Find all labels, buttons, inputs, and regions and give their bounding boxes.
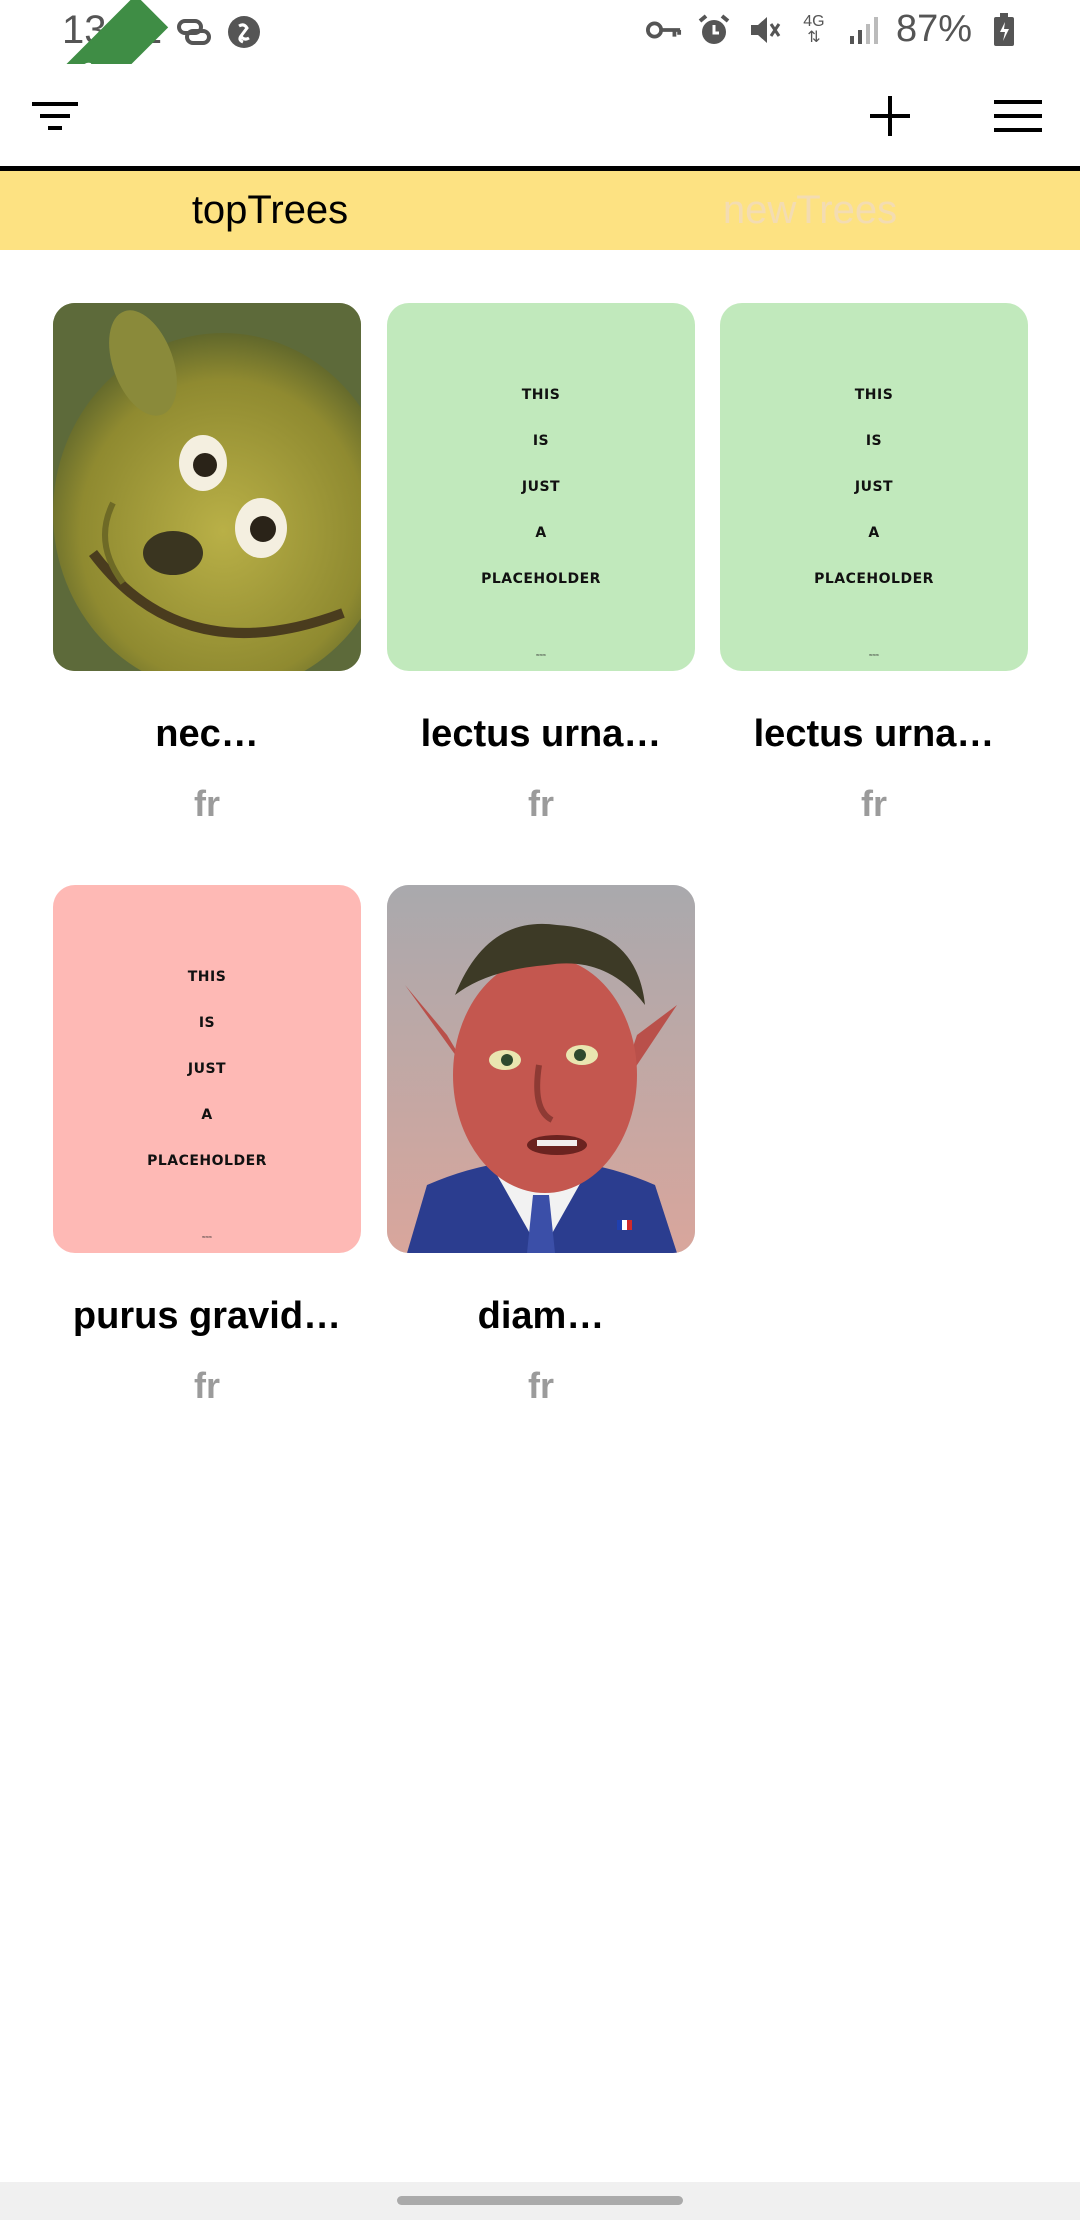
- menu-button[interactable]: [988, 88, 1048, 144]
- placeholder-line: A: [868, 525, 880, 541]
- placeholder-line: JUST: [187, 1061, 227, 1077]
- network-4g-icon: 4G ⇅: [796, 12, 832, 48]
- placeholder-fineprint: ≈≈≈: [869, 653, 879, 659]
- battery-icon: [986, 12, 1022, 48]
- status-left-icons: [176, 14, 262, 50]
- filter-icon: [32, 102, 78, 130]
- placeholder-line: JUST: [521, 479, 561, 495]
- tree-title: lectus urna…: [420, 713, 662, 755]
- home-indicator[interactable]: [397, 2196, 683, 2205]
- network-label: 4G: [803, 12, 825, 30]
- vpn-key-icon: [645, 12, 682, 48]
- app-bar: [0, 64, 1080, 171]
- tree-thumbnail-placeholder: THIS IS JUST A PLACEHOLDER ≈≈≈: [387, 303, 695, 671]
- tab-top-trees[interactable]: topTrees: [0, 171, 540, 250]
- tab-new-trees[interactable]: newTrees: [540, 171, 1080, 250]
- tree-card[interactable]: diam… fr: [387, 885, 695, 1407]
- tree-thumbnail: [53, 303, 361, 671]
- tree-language: fr: [528, 783, 554, 824]
- add-button[interactable]: [862, 88, 918, 144]
- placeholder-fineprint: ≈≈≈: [536, 653, 546, 659]
- placeholder-line: JUST: [854, 479, 894, 495]
- tree-title: nec…: [155, 713, 259, 755]
- caricature-portrait-image: [387, 885, 695, 1253]
- tree-language: fr: [194, 783, 220, 824]
- tree-language: fr: [861, 783, 887, 824]
- battery-percent: 87%: [895, 8, 972, 50]
- tree-card[interactable]: nec… fr: [53, 303, 361, 825]
- tree-thumbnail: [387, 885, 695, 1253]
- status-right: 4G ⇅ 87%: [645, 8, 1022, 51]
- placeholder-line: THIS: [187, 969, 227, 985]
- shrek-face-image: [53, 303, 361, 671]
- alarm-icon: [696, 12, 732, 48]
- plus-icon: [870, 96, 910, 136]
- placeholder-line: PLACEHOLDER: [147, 1153, 267, 1169]
- tree-card[interactable]: THIS IS JUST A PLACEHOLDER ≈≈≈ lectus ur…: [720, 303, 1028, 825]
- placeholder-line: PLACEHOLDER: [481, 571, 601, 587]
- placeholder-line: A: [535, 525, 547, 541]
- placeholder-line: A: [201, 1107, 213, 1123]
- mute-icon: [746, 12, 782, 48]
- shazam-icon: [226, 14, 262, 50]
- placeholder-line: THIS: [854, 387, 894, 403]
- placeholder-line: IS: [865, 433, 883, 449]
- tree-language: fr: [528, 1365, 554, 1406]
- signal-icon: [846, 12, 882, 48]
- link-icon: [176, 14, 212, 50]
- placeholder-line: IS: [532, 433, 550, 449]
- tree-title: purus gravid…: [72, 1295, 342, 1337]
- placeholder-line: IS: [198, 1015, 216, 1031]
- tree-title: lectus urna…: [753, 713, 995, 755]
- tree-card[interactable]: THIS IS JUST A PLACEHOLDER ≈≈≈ purus gra…: [53, 885, 361, 1407]
- tree-title: diam…: [477, 1295, 605, 1337]
- placeholder-line: THIS: [521, 387, 561, 403]
- placeholder-fineprint: ≈≈≈: [202, 1235, 212, 1241]
- placeholder-line: PLACEHOLDER: [814, 571, 934, 587]
- tree-card[interactable]: THIS IS JUST A PLACEHOLDER ≈≈≈ lectus ur…: [387, 303, 695, 825]
- tab-bar: topTrees newTrees: [0, 171, 1080, 250]
- data-arrows: ⇅: [807, 28, 821, 46]
- hamburger-menu-icon: [994, 100, 1042, 132]
- gesture-nav-bar: [0, 2182, 1080, 2220]
- tree-language: fr: [194, 1365, 220, 1406]
- filter-button[interactable]: [28, 88, 84, 144]
- tree-thumbnail-placeholder: THIS IS JUST A PLACEHOLDER ≈≈≈: [53, 885, 361, 1253]
- tree-thumbnail-placeholder: THIS IS JUST A PLACEHOLDER ≈≈≈: [720, 303, 1028, 671]
